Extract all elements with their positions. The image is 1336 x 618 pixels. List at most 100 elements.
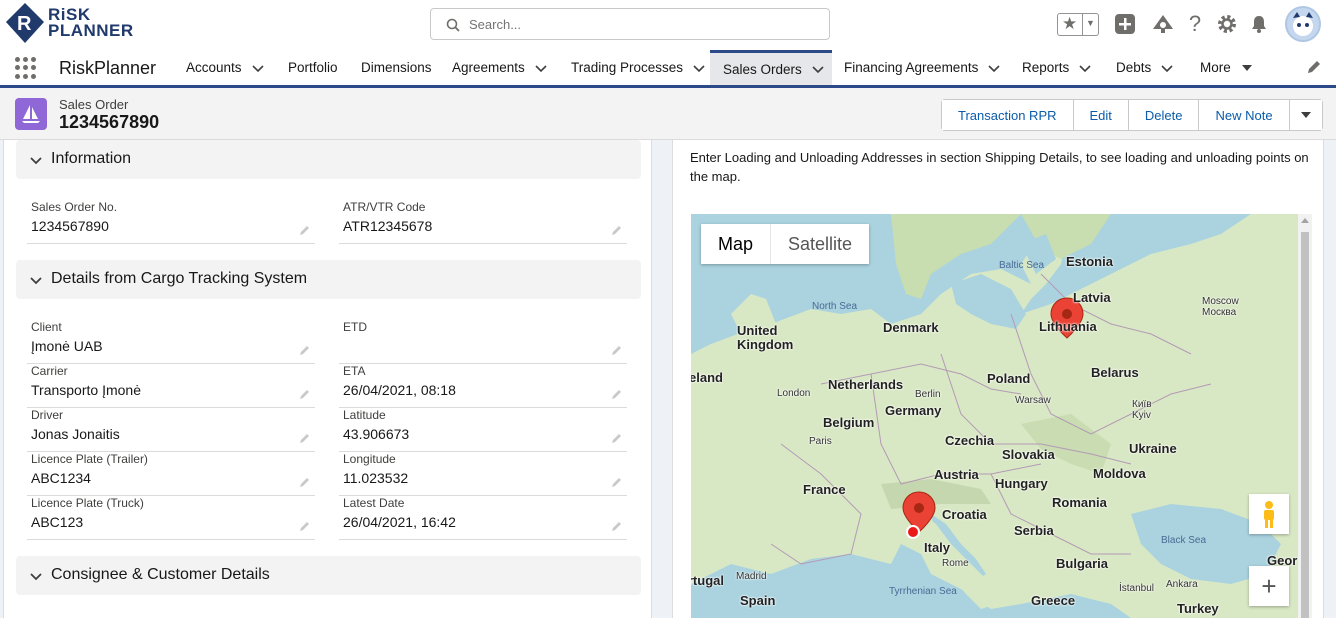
street-view-pegman-icon[interactable] bbox=[1249, 494, 1289, 534]
field-client: Client Įmonė UAB bbox=[27, 320, 315, 364]
user-avatar[interactable] bbox=[1285, 6, 1321, 42]
field-value: 43.906673 bbox=[343, 426, 410, 442]
setup-gear-icon[interactable] bbox=[1215, 12, 1239, 36]
pencil-edit-icon[interactable] bbox=[299, 344, 311, 356]
app-navigation-bar: RiskPlanner Accounts Portfolio Dimension… bbox=[0, 50, 1336, 88]
section-cargo-tracking-header[interactable]: Details from Cargo Tracking System bbox=[16, 260, 641, 299]
map-label-city: Madrid bbox=[736, 571, 767, 582]
edit-button[interactable]: Edit bbox=[1073, 100, 1129, 130]
risk-planner-logo[interactable]: R RiSK PLANNER bbox=[6, 3, 146, 45]
field-value: 26/04/2021, 16:42 bbox=[343, 514, 456, 530]
pencil-edit-icon[interactable] bbox=[299, 432, 311, 444]
pencil-edit-icon[interactable] bbox=[299, 388, 311, 400]
trailhead-icon[interactable] bbox=[1151, 12, 1175, 36]
field-value: ATR12345678 bbox=[343, 218, 433, 234]
chevron-down-icon[interactable] bbox=[251, 62, 264, 74]
field-sales-order-no: Sales Order No. 1234567890 bbox=[27, 200, 315, 244]
europe-map-graphic bbox=[691, 214, 1298, 618]
map-label-country: Ukraine bbox=[1129, 441, 1177, 456]
more-actions-button[interactable] bbox=[1289, 100, 1322, 130]
favorites-button[interactable]: ★ ▼ bbox=[1057, 13, 1099, 36]
section-information-header[interactable]: Information bbox=[16, 140, 641, 179]
nav-tab-trading-processes[interactable]: Trading Processes bbox=[571, 50, 705, 85]
field-label: ETD bbox=[343, 320, 367, 334]
chevron-down-icon[interactable] bbox=[693, 62, 705, 74]
field-eta: ETA 26/04/2021, 08:18 bbox=[339, 364, 627, 408]
field-value: Įmonė UAB bbox=[31, 338, 103, 354]
transaction-rpr-button[interactable]: Transaction RPR bbox=[942, 100, 1074, 130]
field-label: Sales Order No. bbox=[31, 200, 118, 214]
map-label-country: Lithuania bbox=[1039, 319, 1097, 334]
map-type-satellite-button[interactable]: Satellite bbox=[771, 224, 869, 264]
field-label: Longitude bbox=[343, 452, 396, 466]
nav-tab-label: Accounts bbox=[186, 60, 242, 75]
nav-tab-more[interactable]: More bbox=[1200, 50, 1253, 85]
pencil-edit-icon[interactable] bbox=[611, 344, 623, 356]
pencil-edit-icon[interactable] bbox=[611, 476, 623, 488]
nav-tab-sales-orders[interactable]: Sales Orders bbox=[710, 50, 832, 85]
notifications-bell-icon[interactable] bbox=[1247, 12, 1271, 36]
nav-tab-agreements[interactable]: Agreements bbox=[452, 50, 547, 85]
map-label-city: London bbox=[777, 388, 811, 399]
zoom-in-button[interactable]: + bbox=[1249, 566, 1289, 606]
chevron-down-icon[interactable] bbox=[535, 62, 547, 74]
global-search-input[interactable]: Search... bbox=[430, 8, 830, 40]
edit-nav-pencil-icon[interactable] bbox=[1307, 60, 1321, 74]
nav-tab-dimensions[interactable]: Dimensions bbox=[361, 50, 432, 85]
field-value: ABC123 bbox=[31, 514, 84, 530]
nav-tab-financing-agreements[interactable]: Financing Agreements bbox=[844, 50, 1000, 85]
field-carrier: Carrier Transporto Įmonė bbox=[27, 364, 315, 408]
map-label-country: Italy bbox=[924, 540, 951, 555]
pencil-edit-icon[interactable] bbox=[299, 224, 311, 236]
nav-tab-accounts[interactable]: Accounts bbox=[186, 50, 264, 85]
map-panel-scrollbar[interactable] bbox=[1298, 214, 1312, 618]
field-atr-vtr-code: ATR/VTR Code ATR12345678 bbox=[339, 200, 627, 244]
pencil-edit-icon[interactable] bbox=[299, 476, 311, 488]
map-hint-text: Enter Loading and Unloading Addresses in… bbox=[690, 150, 1309, 184]
pencil-edit-icon[interactable] bbox=[299, 520, 311, 532]
section-consignee-header[interactable]: Consignee & Customer Details bbox=[16, 556, 641, 595]
field-label: Licence Plate (Truck) bbox=[31, 496, 144, 510]
scrollbar-thumb[interactable] bbox=[1301, 232, 1309, 618]
caret-down-icon[interactable] bbox=[1241, 62, 1253, 74]
map-panel: Enter Loading and Unloading Addresses in… bbox=[672, 140, 1324, 618]
help-icon[interactable]: ? bbox=[1183, 11, 1207, 36]
chevron-down-icon bbox=[30, 277, 42, 285]
nav-tab-debts[interactable]: Debts bbox=[1116, 50, 1173, 85]
pencil-edit-icon[interactable] bbox=[611, 520, 623, 532]
map-label-city: Moscow Москва bbox=[1202, 296, 1239, 318]
map-type-map-button[interactable]: Map bbox=[701, 224, 772, 264]
map-label-country: United Kingdom bbox=[737, 323, 794, 352]
field-longitude: Longitude 11.023532 bbox=[339, 452, 627, 496]
scroll-up-arrow-icon[interactable] bbox=[1301, 218, 1309, 223]
map-label-country: Serbia bbox=[1014, 523, 1054, 538]
map-label-country: Estonia bbox=[1066, 254, 1113, 269]
section-title: Consignee & Customer Details bbox=[51, 566, 270, 583]
map-label-country: Greece bbox=[1031, 593, 1076, 608]
nav-tab-label: Financing Agreements bbox=[844, 60, 979, 75]
field-value: 26/04/2021, 08:18 bbox=[343, 382, 456, 398]
chevron-down-icon[interactable] bbox=[988, 62, 1000, 74]
map-view[interactable]: Estonia Latvia Lithuania Denmark United … bbox=[691, 214, 1298, 618]
nav-tab-reports[interactable]: Reports bbox=[1022, 50, 1091, 85]
chevron-down-icon[interactable] bbox=[1161, 62, 1173, 74]
chevron-down-icon[interactable] bbox=[812, 63, 824, 75]
field-value: Transporto Įmonė bbox=[31, 382, 141, 398]
caret-down-icon[interactable]: ▼ bbox=[1086, 18, 1095, 28]
chevron-down-icon[interactable] bbox=[1079, 62, 1091, 74]
map-label-country: Czechia bbox=[945, 433, 995, 448]
map-label-country: Belgium bbox=[823, 415, 875, 430]
pencil-edit-icon[interactable] bbox=[611, 432, 623, 444]
map-label-sea: North Sea bbox=[812, 301, 858, 312]
delete-button[interactable]: Delete bbox=[1128, 100, 1200, 130]
app-launcher-icon[interactable] bbox=[15, 57, 37, 79]
pencil-edit-icon[interactable] bbox=[611, 224, 623, 236]
logo-icon: R bbox=[6, 3, 44, 43]
map-label-city: İstanbul bbox=[1119, 583, 1155, 594]
nav-tab-portfolio[interactable]: Portfolio bbox=[288, 50, 338, 85]
global-add-icon[interactable] bbox=[1113, 12, 1137, 36]
new-note-button[interactable]: New Note bbox=[1199, 100, 1290, 130]
pencil-edit-icon[interactable] bbox=[611, 388, 623, 400]
map-label-country: Denmark bbox=[883, 320, 939, 335]
field-label: Driver bbox=[31, 408, 63, 422]
